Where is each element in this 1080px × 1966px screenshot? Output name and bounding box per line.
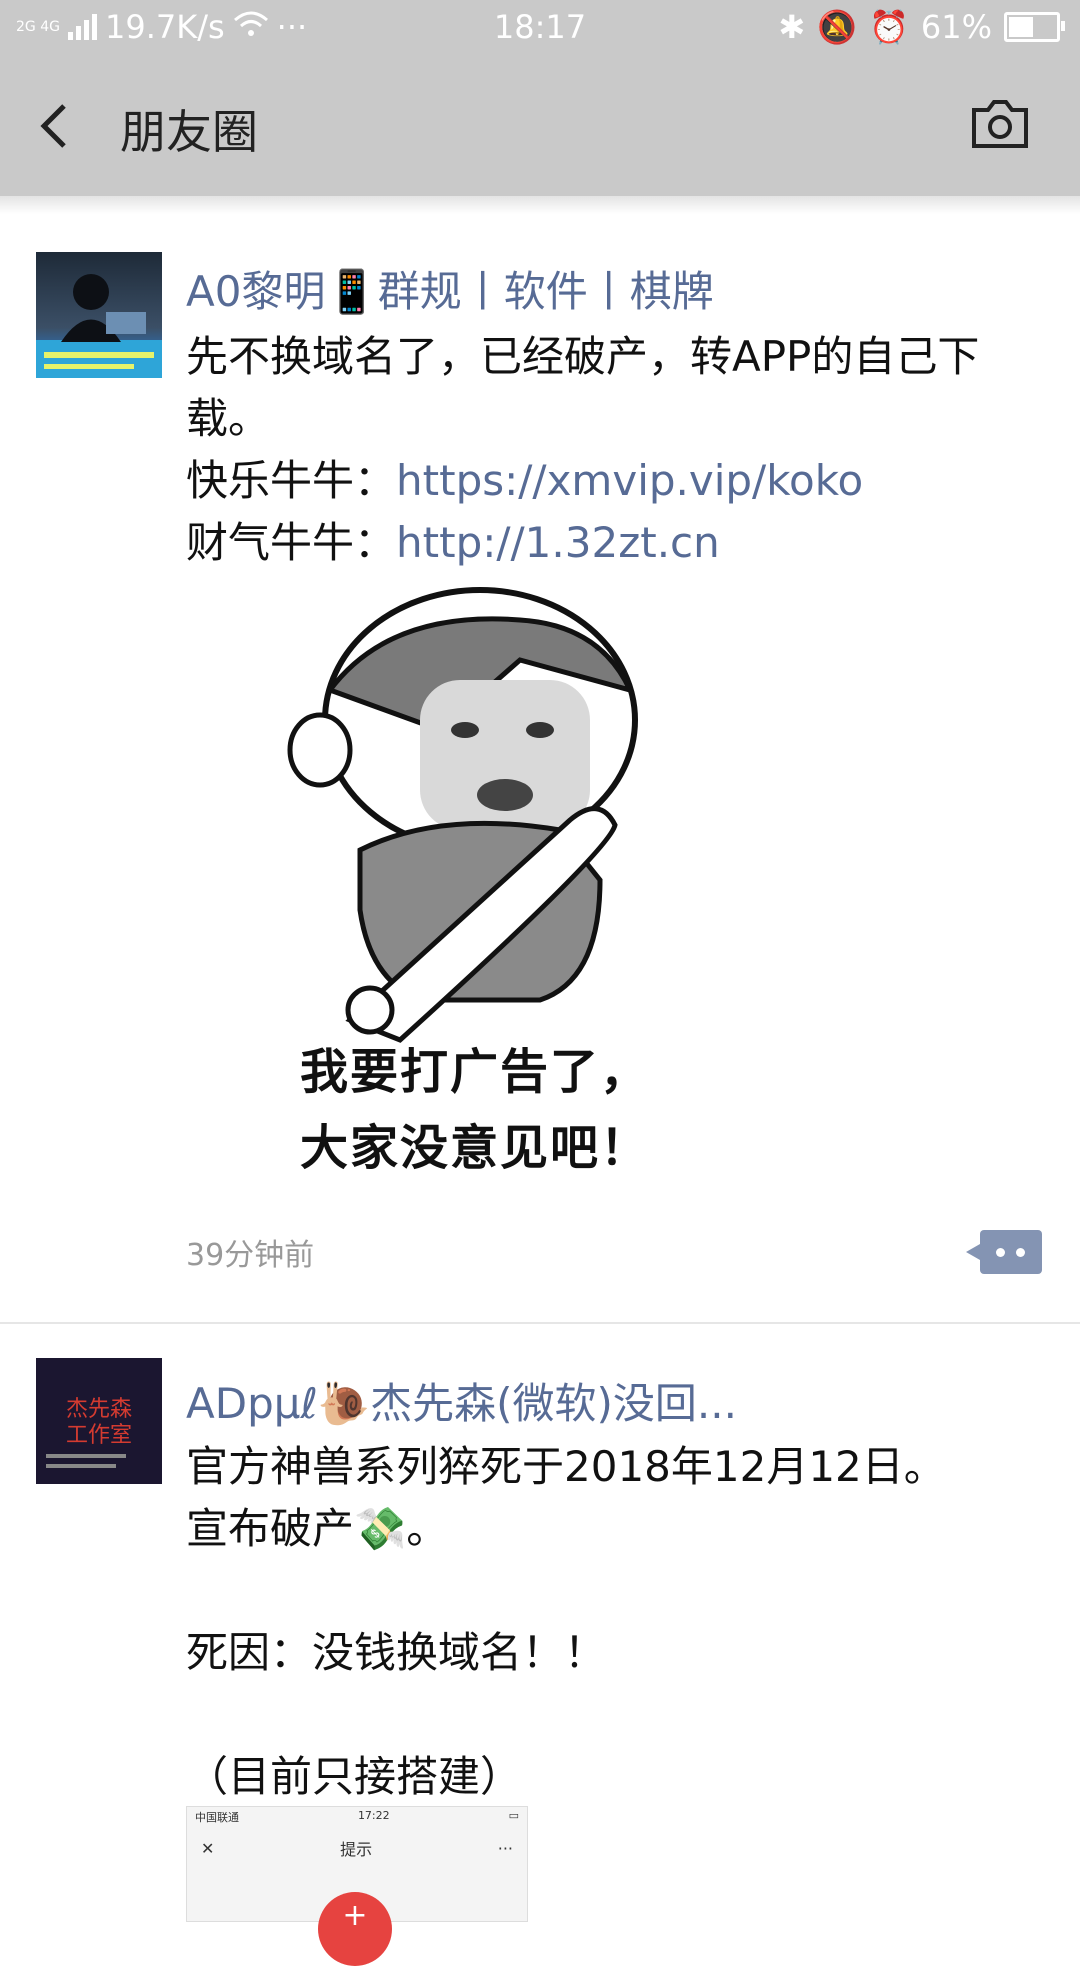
page-title: 朋友圈	[120, 105, 258, 159]
mini-battery-icon: ▭	[508, 1809, 519, 1822]
avatar[interactable]: 杰先森 工作室	[36, 1358, 162, 1484]
mini-carrier: 中国联通	[195, 1811, 239, 1824]
mini-status-bar: 中国联通 17:22 ▭	[187, 1807, 527, 1831]
camera-button[interactable]	[970, 96, 1030, 152]
meme-caption-line: 我要打广告了，	[300, 1044, 651, 1100]
mute-bell-icon: 🔕	[817, 8, 858, 46]
post-divider	[0, 1322, 1080, 1324]
camera-icon	[972, 100, 1028, 148]
link-url[interactable]: https://xmvip.vip/koko	[396, 456, 863, 505]
dot-icon	[1016, 1248, 1025, 1257]
link-url[interactable]: http://1.32zt.cn	[396, 518, 720, 567]
battery-percent: 61%	[920, 8, 992, 46]
alarm-icon: ⏰	[869, 8, 909, 46]
meme-image[interactable]	[270, 580, 790, 1200]
post-text-line: 宣布破产💸。	[186, 1504, 449, 1553]
bluetooth-icon: ✱	[778, 8, 806, 46]
red-plus-button[interactable]: +	[318, 1892, 392, 1966]
chevron-left-icon	[40, 104, 66, 148]
status-bar: 2G 4G 19.7K/s ··· 18:17 ✱ 🔕 ⏰ 61%	[0, 0, 1080, 56]
post-text-line: 死因：没钱换域名！！	[186, 1628, 607, 1677]
mini-close-icon: ✕	[201, 1838, 215, 1858]
link-label: 财气牛牛：	[186, 518, 397, 567]
dot-icon	[996, 1248, 1005, 1257]
link-row: 财气牛牛：http://1.32zt.cn	[186, 512, 1046, 574]
nav-shadow	[0, 196, 1080, 214]
author-name[interactable]: ADpμℓ🐌杰先森(微软)没回...	[186, 1370, 737, 1431]
battery-icon	[1004, 12, 1065, 42]
post-text-line: （目前只接搭建）	[186, 1752, 523, 1801]
status-right: ✱ 🔕 ⏰ 61%	[778, 8, 1065, 46]
post-text-line	[186, 1684, 1046, 1746]
mini-time: 17:22	[357, 1809, 390, 1822]
comment-more-button[interactable]	[966, 1230, 1042, 1274]
link-row: 快乐牛牛：https://xmvip.vip/koko	[186, 450, 1046, 512]
post-time: 39分钟前	[186, 1238, 315, 1273]
meme-caption-line: 大家没意见吧！	[300, 1120, 651, 1176]
navigation-bar: 朋友圈	[0, 56, 1080, 196]
avatar-label-text: 杰先森	[66, 1397, 132, 1422]
post-text-line: 官方神兽系列猝死于2018年12月12日。	[186, 1442, 946, 1491]
post-text-line: 先不换域名了，已经破产，转APP的自己下载。	[186, 332, 980, 443]
battery-fill	[1009, 17, 1033, 37]
plus-icon: +	[342, 1898, 368, 1933]
mini-nav-bar: ✕ 提示 ···	[187, 1831, 527, 1865]
post-text: 先不换域名了，已经破产，转APP的自己下载。 快乐牛牛：https://xmvi…	[186, 326, 1046, 574]
avatar[interactable]	[36, 252, 162, 378]
author-name[interactable]: A0黎明📱群规丨软件丨棋牌	[186, 258, 714, 319]
post-text: 官方神兽系列猝死于2018年12月12日。 宣布破产💸。 死因：没钱换域名！！ …	[186, 1436, 1046, 1808]
mini-more-icon: ···	[497, 1838, 513, 1858]
back-button[interactable]	[30, 96, 90, 156]
post-text-line	[186, 1560, 1046, 1622]
link-label: 快乐牛牛：	[186, 456, 397, 505]
mini-title: 提示	[340, 1840, 373, 1859]
svg-text:工作室: 工作室	[66, 1423, 132, 1448]
